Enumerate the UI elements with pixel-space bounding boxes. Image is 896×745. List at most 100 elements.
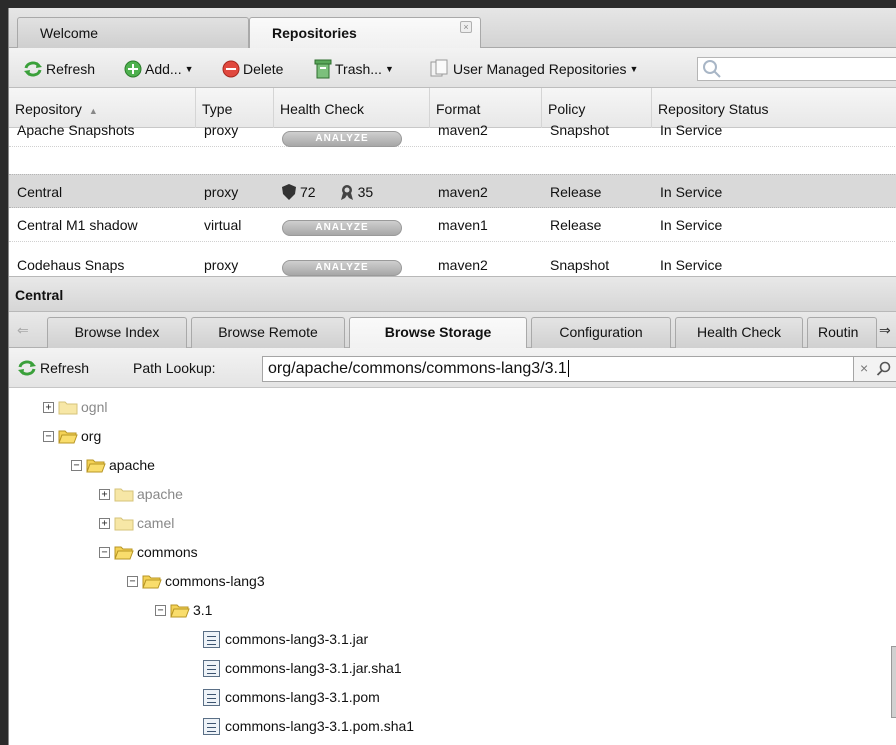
tree-node-3-1[interactable]: − 3.1: [155, 599, 212, 621]
tree-node-commons-lang3[interactable]: − commons-lang3: [127, 570, 265, 592]
column-label: Repository: [15, 101, 82, 117]
clear-icon[interactable]: ×: [860, 360, 868, 376]
folder-icon: [58, 401, 78, 415]
cell-repository: Central: [17, 184, 63, 200]
column-label: Health Check: [280, 101, 365, 117]
close-icon[interactable]: ×: [460, 21, 472, 33]
tree-node-org[interactable]: − org: [43, 425, 101, 447]
tab-welcome[interactable]: Welcome: [17, 17, 249, 48]
tree-node-apache[interactable]: − apache: [71, 454, 155, 476]
path-lookup-input[interactable]: org/apache/commons/commons-lang3/3.1: [262, 356, 854, 382]
cell-type: proxy: [204, 122, 239, 138]
scroll-left-icon[interactable]: ⇐: [17, 322, 29, 339]
user-managed-repositories-button[interactable]: User Managed Repositories ▼: [430, 58, 638, 80]
cell-type: proxy: [204, 184, 239, 200]
cell-format: maven2: [438, 257, 488, 273]
table-row[interactable]: Central M1 shadow virtual ANALYZE maven1…: [9, 208, 896, 242]
tree-node-commons[interactable]: − commons: [99, 541, 198, 563]
path-lookup-value: org/apache/commons/commons-lang3/3.1: [268, 360, 567, 377]
collapse-icon[interactable]: −: [127, 575, 138, 587]
expand-icon[interactable]: +: [43, 401, 54, 413]
cell-format: maven2: [438, 184, 488, 200]
cell-repository: Central M1 shadow: [17, 217, 138, 233]
column-label: Policy: [548, 101, 586, 117]
table-row-selected[interactable]: Central proxy 72 35 maven2 Release In Se…: [9, 174, 896, 208]
cell-status: In Service: [660, 217, 723, 233]
tree-file-pom[interactable]: commons-lang3-3.1.pom: [203, 686, 380, 708]
trash-button[interactable]: Trash... ▼: [314, 58, 394, 80]
scrollbar-thumb[interactable]: [891, 646, 896, 718]
cell-status: In Service: [660, 122, 723, 138]
repositories-toolbar: Refresh Add... ▼ Delete Trash... ▼ User …: [9, 48, 896, 88]
tree-file-jar-sha1[interactable]: commons-lang3-3.1.jar.sha1: [203, 657, 402, 679]
table-row[interactable]: Apache Snapshots proxy ANALYZE maven2 Sn…: [9, 119, 896, 147]
repositories-grid: Repository ▲ Type Health Check Format Po…: [9, 88, 896, 276]
cell-health[interactable]: 72 35: [274, 175, 430, 209]
analyze-button[interactable]: ANALYZE: [282, 220, 402, 236]
storage-tree: + ognl − org − apache + apache + camel −…: [9, 388, 896, 745]
cell-type: virtual: [204, 217, 242, 233]
detail-panel-title: Central: [9, 276, 896, 312]
add-icon: [124, 60, 142, 78]
tree-node-label: commons: [137, 544, 198, 560]
tab-repositories-label: Repositories: [272, 25, 357, 41]
collapse-icon[interactable]: −: [99, 546, 110, 558]
trash-label: Trash...: [335, 61, 382, 77]
refresh-label: Refresh: [46, 61, 96, 77]
search-icon: [703, 60, 721, 78]
tree-node-label: apache: [137, 486, 183, 502]
column-label: Type: [202, 101, 233, 117]
storage-refresh-button[interactable]: Refresh: [17, 357, 89, 379]
tree-node-label: commons-lang3-3.1.jar: [225, 631, 369, 647]
tab-browse-storage[interactable]: Browse Storage: [349, 317, 527, 349]
tab-health-check[interactable]: Health Check: [675, 317, 803, 348]
tree-node-camel[interactable]: + camel: [99, 512, 174, 534]
tree-node-label: commons-lang3: [165, 573, 265, 589]
tree-node-label: 3.1: [193, 602, 213, 618]
tree-file-jar[interactable]: commons-lang3-3.1.jar: [203, 628, 368, 650]
tab-repositories[interactable]: Repositories ×: [249, 17, 481, 49]
analyze-button[interactable]: ANALYZE: [282, 131, 402, 147]
folder-open-icon: [114, 546, 134, 560]
tab-routing[interactable]: Routin: [807, 317, 877, 348]
column-label: Repository Status: [658, 101, 769, 117]
delete-label: Delete: [243, 61, 284, 77]
refresh-icon: [18, 360, 36, 376]
analyze-button[interactable]: ANALYZE: [282, 260, 402, 276]
tree-node-ognl[interactable]: + ognl: [43, 396, 107, 418]
tab-browse-index[interactable]: Browse Index: [47, 317, 187, 348]
cell-health: ANALYZE: [274, 248, 430, 276]
expand-icon[interactable]: +: [99, 517, 110, 529]
collapse-icon[interactable]: −: [43, 430, 54, 442]
chevron-down-icon: ▼: [629, 64, 639, 74]
file-icon: [203, 630, 220, 648]
license-count: 35: [357, 184, 374, 200]
collapse-icon[interactable]: −: [155, 604, 166, 616]
tree-file-pom-sha1[interactable]: commons-lang3-3.1.pom.sha1: [203, 715, 414, 737]
tree-node-apache-child[interactable]: + apache: [99, 483, 183, 505]
tree-node-label: ognl: [81, 399, 108, 415]
refresh-icon: [24, 61, 42, 77]
delete-button[interactable]: Delete: [222, 58, 283, 80]
file-icon: [203, 717, 220, 735]
cell-health: ANALYZE: [274, 208, 430, 242]
cell-repository: Apache Snapshots: [17, 122, 135, 138]
tab-configuration[interactable]: Configuration: [531, 317, 671, 348]
text-caret: [567, 360, 569, 377]
collapse-icon[interactable]: −: [71, 459, 82, 471]
add-label: Add...: [145, 61, 182, 77]
column-label: Format: [436, 101, 481, 117]
add-button[interactable]: Add... ▼: [124, 58, 194, 80]
expand-icon[interactable]: +: [99, 488, 110, 500]
folder-open-icon: [142, 575, 162, 589]
tree-node-label: org: [81, 428, 102, 444]
repository-search-input[interactable]: [697, 57, 896, 81]
search-icon[interactable]: [876, 361, 892, 377]
tab-browse-remote[interactable]: Browse Remote: [191, 317, 345, 348]
file-icon: [203, 659, 220, 677]
table-row[interactable]: Codehaus Snaps proxy ANALYZE maven2 Snap…: [9, 248, 896, 276]
scroll-right-icon[interactable]: ⇒: [879, 322, 891, 339]
tree-node-label: commons-lang3-3.1.pom: [225, 689, 380, 705]
refresh-button[interactable]: Refresh: [23, 58, 95, 80]
cell-policy: Snapshot: [550, 122, 610, 138]
